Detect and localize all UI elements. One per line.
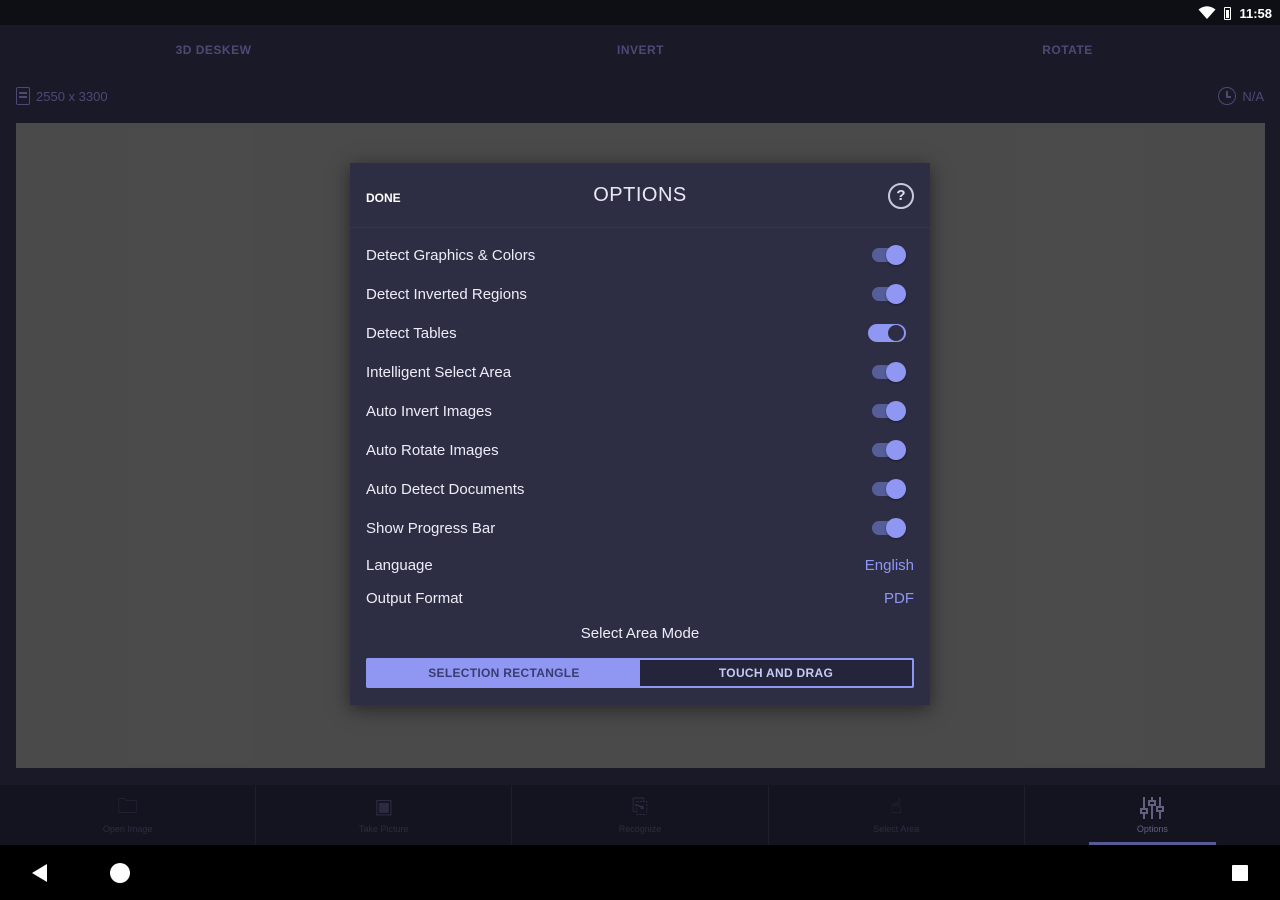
option-label: Detect Graphics & Colors (366, 247, 536, 264)
option-label: Auto Invert Images (366, 403, 492, 420)
option-auto-rotate: Auto Rotate Images (366, 436, 914, 466)
output-format-value[interactable]: PDF (884, 590, 914, 607)
toggle-show-progress[interactable] (872, 518, 906, 538)
option-label: Auto Rotate Images (366, 442, 499, 459)
recent-apps-icon[interactable] (1232, 865, 1248, 881)
option-detect-graphics: Detect Graphics & Colors (366, 241, 914, 271)
system-nav-bar (0, 845, 1280, 900)
option-label: Auto Detect Documents (366, 481, 525, 498)
option-label: Intelligent Select Area (366, 364, 512, 381)
option-auto-detect-documents: Auto Detect Documents (366, 475, 914, 505)
option-auto-invert: Auto Invert Images (366, 397, 914, 427)
status-icons: 11:58 (1198, 3, 1272, 23)
screen: 11:58 3D DESKEW INVERT ROTATE 2550 x 330… (0, 0, 1280, 900)
options-dialog: DONE OPTIONS ? Detect Graphics & Colors … (350, 163, 930, 705)
option-label: Show Progress Bar (366, 520, 496, 537)
toggle-auto-rotate[interactable] (872, 440, 906, 460)
dialog-title: OPTIONS (593, 184, 687, 206)
output-format-label: Output Format (366, 590, 463, 607)
battery-icon (1224, 6, 1232, 20)
toggle-intelligent-select[interactable] (872, 362, 906, 382)
help-icon[interactable]: ? (888, 183, 914, 209)
status-bar: 11:58 (0, 0, 1280, 25)
toggle-detect-tables[interactable] (868, 323, 906, 343)
toggle-detect-inverted[interactable] (872, 284, 906, 304)
select-area-mode-title: Select Area Mode (580, 625, 700, 642)
segment-selection-rectangle[interactable]: SELECTION RECTANGLE (368, 660, 640, 686)
option-label: Detect Inverted Regions (366, 286, 527, 303)
wifi-icon (1198, 6, 1216, 19)
back-icon[interactable] (32, 864, 47, 882)
option-detect-tables: Detect Tables (366, 319, 914, 349)
option-intelligent-select: Intelligent Select Area (366, 358, 914, 388)
language-label: Language (366, 557, 433, 574)
select-area-mode-control: SELECTION RECTANGLE TOUCH AND DRAG (366, 658, 914, 688)
segment-touch-and-drag[interactable]: TOUCH AND DRAG (640, 660, 912, 686)
status-time: 11:58 (1239, 5, 1272, 21)
option-output-format: Output Format PDF (366, 584, 914, 614)
option-detect-inverted: Detect Inverted Regions (366, 280, 914, 310)
toggle-detect-graphics[interactable] (872, 245, 906, 265)
toggle-auto-detect-documents[interactable] (872, 479, 906, 499)
dialog-header: DONE OPTIONS ? (350, 163, 930, 228)
option-label: Detect Tables (366, 325, 457, 342)
language-value[interactable]: English (865, 557, 914, 574)
option-show-progress: Show Progress Bar (366, 514, 914, 544)
home-icon[interactable] (110, 863, 130, 883)
option-language: Language English (366, 551, 914, 581)
toggle-auto-invert[interactable] (872, 401, 906, 421)
